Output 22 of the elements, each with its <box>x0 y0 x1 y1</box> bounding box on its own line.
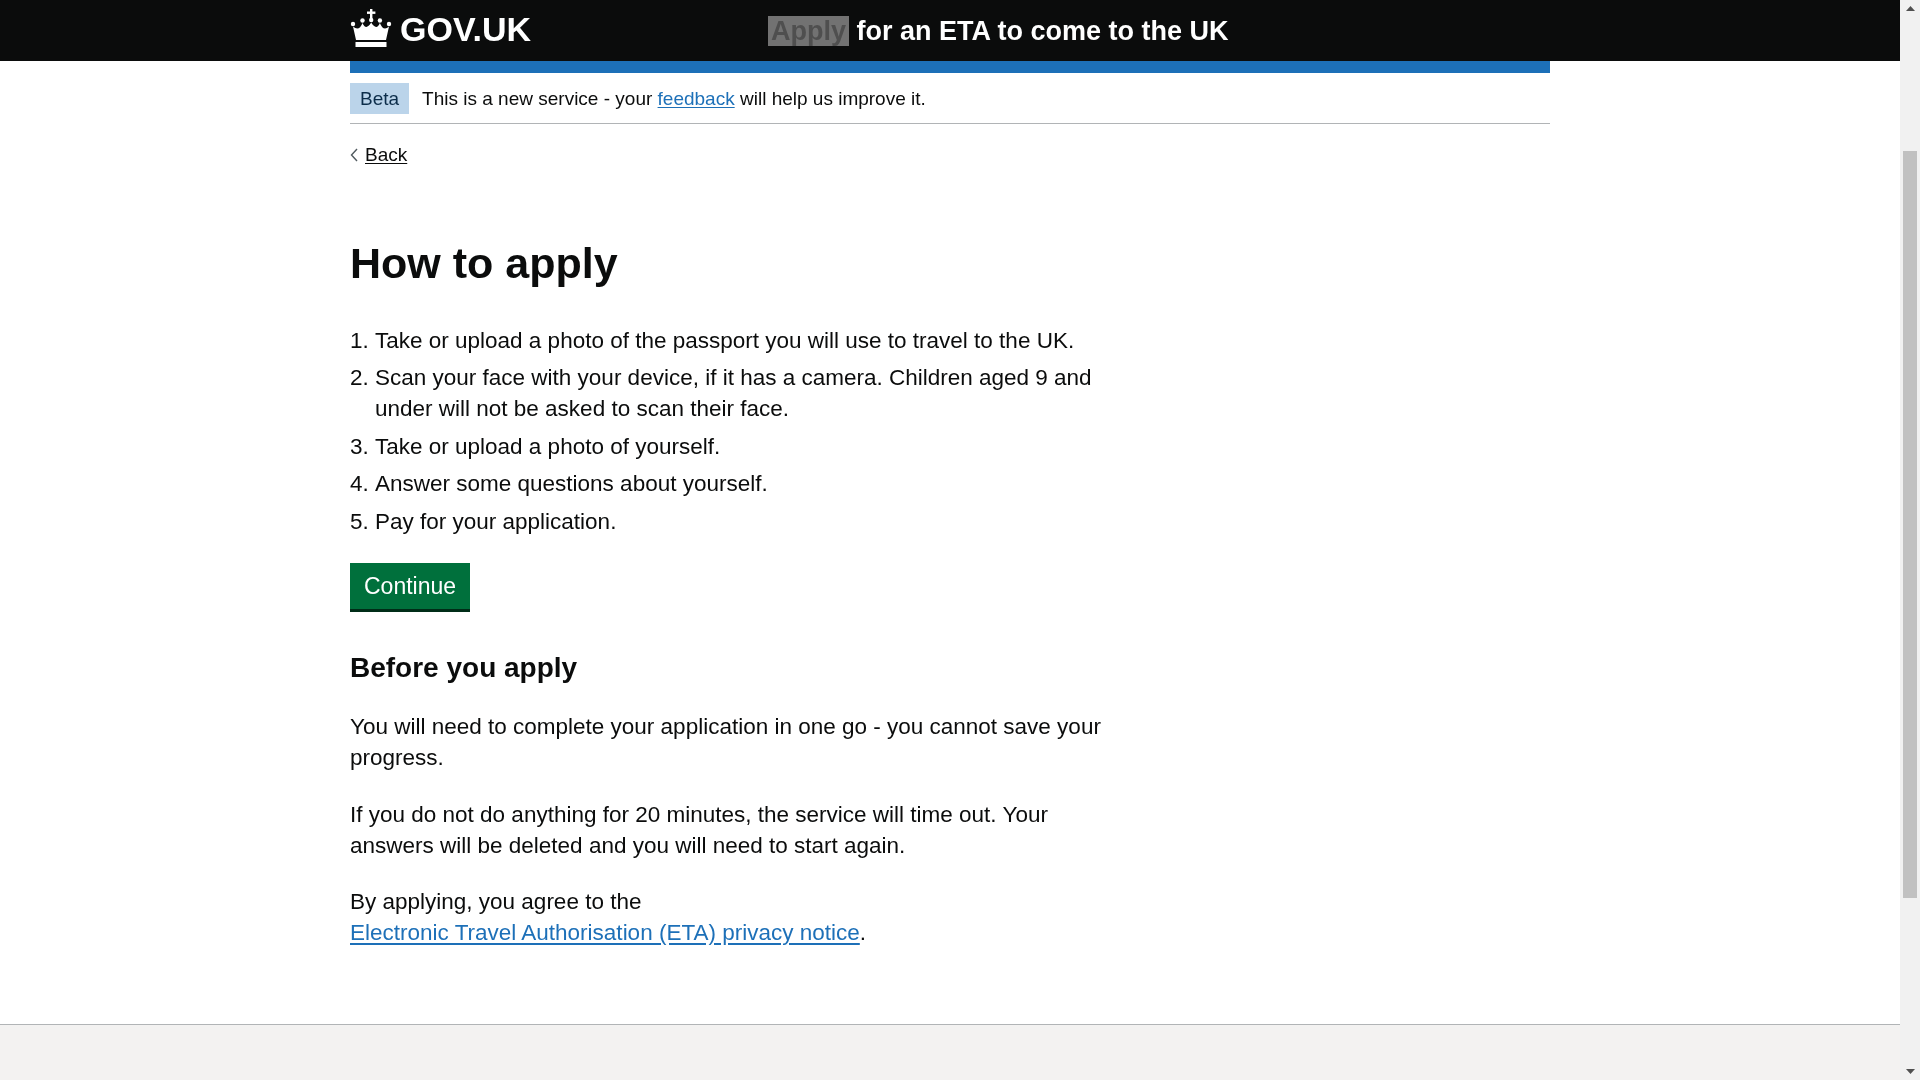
home-link[interactable]: GOV.UK <box>350 8 531 49</box>
phase-banner-text: This is a new service - your feedback will help us improve it. <box>422 87 926 111</box>
list-item: 3. Take or upload a photo of yourself. <box>350 432 721 461</box>
crown-icon <box>350 8 392 49</box>
scrollbar-thumb[interactable] <box>1903 151 1917 898</box>
paragraph: If you do not do anything for 20 minutes, the service will time out. Your answers will be deleted and you will need to start again. <box>350 800 1049 860</box>
list-item: 1. Take or upload a photo of the passport you will use to travel to the UK. <box>350 326 1075 355</box>
continue-button[interactable]: Continue <box>350 563 471 609</box>
page-title: How to apply <box>350 237 618 289</box>
phase-tag: Beta <box>350 83 410 114</box>
list-item: 5. Pay for your application. <box>350 507 617 536</box>
back-link[interactable]: Back <box>350 142 408 167</box>
chevron-left-icon <box>350 147 358 162</box>
feedback-link[interactable]: feedback <box>657 88 735 109</box>
paragraph: You will need to complete your application in one go - you cannot save your progress. <box>350 713 1102 773</box>
paragraph: By applying, you agree to the Electronic Travel Authorisation (ETA) privacy notice. <box>350 888 868 948</box>
scroll-up-arrow-icon[interactable] <box>1905 6 1915 11</box>
section-heading: Before you apply <box>350 651 578 685</box>
list-item: 4. Answer some questions about yourself. <box>350 470 768 499</box>
list-item: 2. Scan your face with your device, if it has a camera. Children aged 9 and under will not be asked to scan their face. <box>350 364 1093 424</box>
scroll-down-arrow-icon[interactable] <box>1905 1069 1915 1074</box>
privacy-notice-link[interactable]: Electronic Travel Authorisation (ETA) privacy notice <box>350 920 860 946</box>
